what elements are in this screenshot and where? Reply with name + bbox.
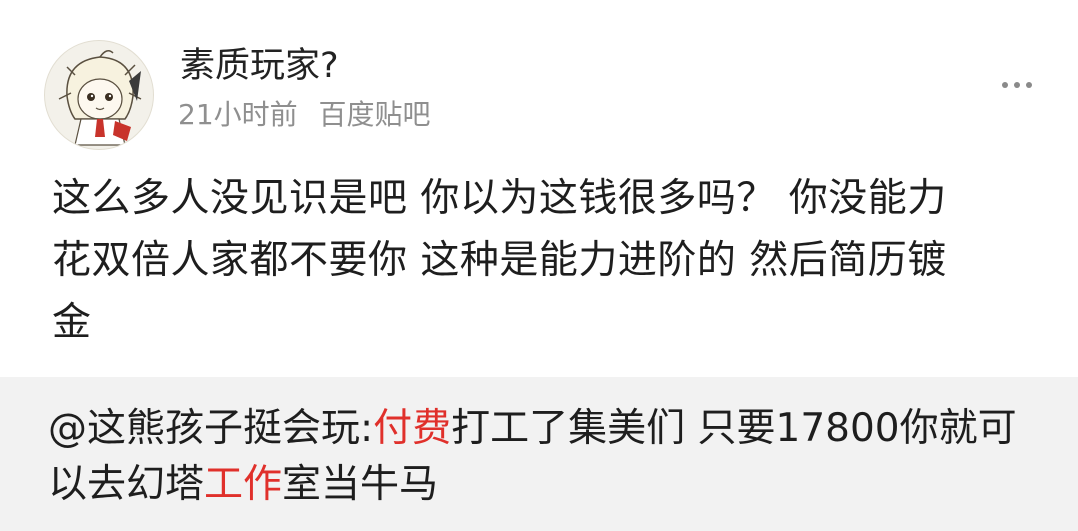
more-dots-icon: [1014, 82, 1020, 88]
quoted-post[interactable]: @这熊孩子挺会玩:付费打工了集美们 只要17800你就可以去幻塔工作室当牛马: [0, 377, 1078, 531]
post-body-line: 这么多人没见识是吧 你以为这钱很多吗？ 你没能力: [52, 176, 947, 221]
quoted-text-segment: 室当牛马: [282, 462, 439, 507]
quoted-highlight: 付费: [373, 406, 452, 451]
avatar[interactable]: [44, 40, 154, 150]
post-source[interactable]: 百度贴吧: [319, 98, 431, 131]
post-body-line: 花双倍人家都不要你 这种是能力进阶的 然后简历镀: [52, 238, 947, 283]
quoted-post-text: @这熊孩子挺会玩:付费打工了集美们 只要17800你就可以去幻塔工作室当牛马: [48, 401, 1038, 513]
post-time: 21小时前: [178, 98, 298, 131]
more-dots-icon: [1026, 82, 1032, 88]
anime-girl-avatar-icon: [58, 50, 142, 146]
quoted-text-segment: 打工了集美们 只要17800你就可: [451, 406, 1017, 451]
quoted-mention[interactable]: @这熊孩子挺会玩:: [48, 406, 373, 451]
quoted-highlight: 工作: [204, 462, 283, 507]
quoted-text-segment: 以去幻塔: [48, 462, 205, 507]
more-options-button[interactable]: [996, 70, 1038, 100]
post-card: 素质玩家? 21小时前 百度贴吧 这么多人没见识是吧 你以为这钱很多吗？ 你没能…: [0, 0, 1078, 531]
post-body-line: 金: [52, 300, 92, 345]
post-meta: 21小时前 百度贴吧: [178, 96, 431, 134]
more-dots-icon: [1002, 82, 1008, 88]
username[interactable]: 素质玩家?: [180, 44, 339, 88]
post-body: 这么多人没见识是吧 你以为这钱很多吗？ 你没能力 花双倍人家都不要你 这种是能力…: [52, 168, 1022, 354]
